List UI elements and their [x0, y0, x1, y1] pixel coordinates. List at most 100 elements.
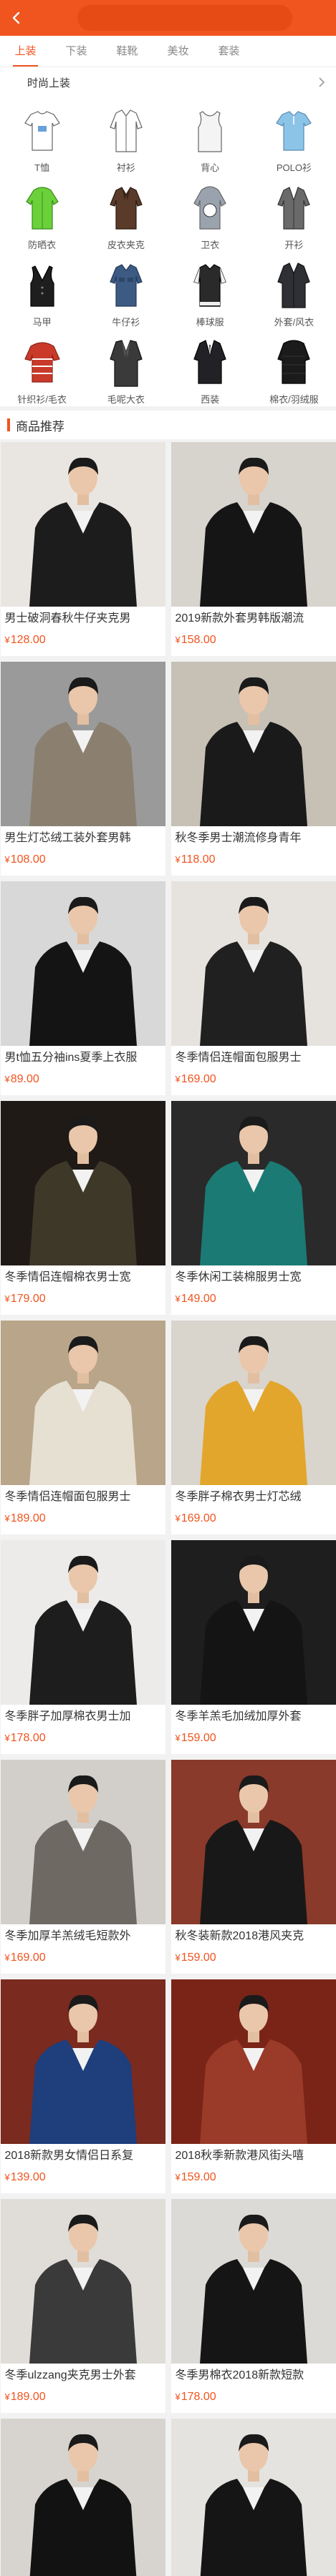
- product-price: ¥189.00: [1, 1506, 165, 1527]
- category-label: 外套/风衣: [274, 317, 315, 328]
- currency-symbol: ¥: [175, 854, 181, 865]
- product-card[interactable]: 冬季情侣连帽面包服男士 ¥189.00: [0, 1321, 165, 1534]
- product-title: 男生灯芯绒工装外套男韩: [4, 832, 131, 844]
- section-header[interactable]: 时尚上装: [0, 67, 336, 97]
- coat-icon: [268, 260, 320, 312]
- category-label: 西装: [201, 394, 220, 405]
- category-item[interactable]: 皮衣夹克: [84, 175, 168, 252]
- product-image: [171, 1101, 336, 1265]
- category-label: 棒球服: [196, 317, 224, 328]
- product-card[interactable]: 男生灯芯绒工装外套男韩 ¥108.00: [0, 662, 165, 876]
- product-image: [0, 1760, 165, 1924]
- category-label: 毛呢大衣: [107, 394, 145, 405]
- product-price: ¥169.00: [171, 1506, 336, 1527]
- price-value: 128.00: [10, 634, 46, 646]
- currency-symbol: ¥: [175, 1513, 181, 1524]
- product-card[interactable]: 冬季加厚羊羔绒毛短款外 ¥169.00: [0, 1760, 165, 1974]
- category-label: 防晒衣: [28, 240, 57, 250]
- category-label: 牛仔衫: [112, 317, 140, 328]
- category-item[interactable]: 防晒衣: [0, 175, 84, 252]
- product-image: [171, 1321, 336, 1485]
- currency-symbol: ¥: [4, 1733, 10, 1743]
- category-item[interactable]: 外套/风衣: [252, 252, 336, 329]
- price-value: 189.00: [10, 2391, 46, 2403]
- product-price: ¥179.00: [1, 1286, 165, 1308]
- product-card[interactable]: 冬季男棉衣2018新款短款 ¥178.00: [171, 2199, 336, 2413]
- category-item[interactable]: 马甲: [0, 252, 84, 329]
- category-item[interactable]: POLO衫: [252, 97, 336, 175]
- category-item[interactable]: 卫衣: [168, 175, 252, 252]
- product-card[interactable]: 冬季男士毛衣半高领针织¥89.00: [171, 2419, 336, 2576]
- search-box[interactable]: [77, 5, 292, 31]
- product-card[interactable]: 2019新款外套男韩版潮流 ¥158.00: [171, 442, 336, 656]
- product-card[interactable]: 冬季情侣连帽面包服男士 ¥169.00: [171, 881, 336, 1095]
- product-card[interactable]: 2018秋季新款港风街头嘻 ¥159.00: [171, 1979, 336, 2193]
- currency-symbol: ¥: [175, 1733, 181, 1743]
- search-input[interactable]: [87, 5, 292, 31]
- product-card[interactable]: 春秋季新款男士毛衣韩版¥89.00: [0, 2419, 165, 2576]
- product-image: [0, 2419, 165, 2576]
- product-price: ¥89.00: [1, 1067, 165, 1088]
- currency-symbol: ¥: [4, 1293, 10, 1304]
- price-value: 108.00: [10, 853, 46, 866]
- tab-bottoms[interactable]: 下装: [51, 36, 102, 67]
- category-item[interactable]: 毛呢大衣: [84, 329, 168, 406]
- category-item[interactable]: T恤: [0, 97, 84, 175]
- product-card[interactable]: 秋冬季男士潮流修身青年 ¥118.00: [171, 662, 336, 876]
- category-grid: T恤 衬衫 背心 POLO衫防晒衣 皮衣夹克 卫衣 开衫马甲 牛仔衫 棒球服 外套/风衣针织衫/毛…: [0, 97, 336, 406]
- product-price: ¥189.00: [1, 2384, 165, 2406]
- product-card[interactable]: 秋冬装新款2018港风夹克 ¥159.00: [171, 1760, 336, 1974]
- category-item[interactable]: 背心: [168, 97, 252, 175]
- back-button[interactable]: [4, 6, 29, 30]
- product-image: [171, 442, 336, 607]
- product-price: ¥178.00: [1, 1725, 165, 1747]
- product-card[interactable]: 冬季情侣连帽棉衣男士宽 ¥179.00: [0, 1101, 165, 1315]
- suit-icon: [184, 338, 236, 389]
- category-item[interactable]: 开衫: [252, 175, 336, 252]
- product-title: 冬季加厚羊羔绒毛短款外: [4, 1930, 131, 1942]
- product-card[interactable]: 冬季休闲工装棉服男士宽 ¥149.00: [171, 1101, 336, 1315]
- product-price: ¥128.00: [1, 627, 165, 649]
- product-title: 2019新款外套男韩版潮流: [175, 612, 304, 625]
- denim-shirt-icon: [100, 260, 152, 312]
- product-card[interactable]: 2018新款男女情侣日系复 ¥139.00: [0, 1979, 165, 2193]
- category-item[interactable]: 西装: [168, 329, 252, 406]
- tab-beauty[interactable]: 美妆: [153, 36, 203, 67]
- product-title: 冬季胖子棉衣男士灯芯绒: [175, 1491, 302, 1503]
- price-value: 89.00: [10, 1073, 39, 1085]
- product-image: [171, 881, 336, 1046]
- sun-jacket-icon: [16, 183, 68, 235]
- currency-symbol: ¥: [175, 2391, 181, 2402]
- category-item[interactable]: 针织衫/毛衣: [0, 329, 84, 406]
- category-label: 开衫: [284, 240, 304, 250]
- price-value: 169.00: [181, 1512, 216, 1524]
- product-card[interactable]: 冬季ulzzang夹克男士外套 ¥189.00: [0, 2199, 165, 2413]
- product-title: 冬季ulzzang夹克男士外套: [4, 2369, 136, 2381]
- down-jacket-icon: [268, 338, 320, 389]
- price-value: 179.00: [10, 1293, 46, 1305]
- currency-symbol: ¥: [175, 635, 181, 645]
- price-value: 118.00: [181, 853, 216, 866]
- product-price: ¥169.00: [171, 1067, 336, 1088]
- product-price: ¥108.00: [1, 847, 165, 868]
- tab-sets[interactable]: 套装: [203, 36, 254, 67]
- category-item[interactable]: 衬衫: [84, 97, 168, 175]
- shirt-icon: [100, 106, 152, 157]
- category-item[interactable]: 棉衣/羽绒服: [252, 329, 336, 406]
- product-card[interactable]: 冬季胖子加厚棉衣男士加 ¥178.00: [0, 1540, 165, 1754]
- currency-symbol: ¥: [4, 1074, 10, 1084]
- category-item[interactable]: 牛仔衫: [84, 252, 168, 329]
- product-price: ¥159.00: [171, 1725, 336, 1747]
- tab-shoes[interactable]: 鞋靴: [102, 36, 153, 67]
- product-card[interactable]: 冬季胖子棉衣男士灯芯绒 ¥169.00: [171, 1321, 336, 1534]
- product-card[interactable]: 男t恤五分袖ins夏季上衣服 ¥89.00: [0, 881, 165, 1095]
- product-image: [0, 662, 165, 826]
- hoodie-icon: [184, 183, 236, 235]
- product-card[interactable]: 男士破洞春秋牛仔夹克男 ¥128.00: [0, 442, 165, 656]
- currency-symbol: ¥: [4, 635, 10, 645]
- product-card[interactable]: 冬季羊羔毛加绒加厚外套 ¥159.00: [171, 1540, 336, 1754]
- tab-tops[interactable]: 上装: [0, 36, 51, 67]
- category-label: 皮衣夹克: [107, 240, 145, 250]
- category-item[interactable]: 棒球服: [168, 252, 252, 329]
- product-title: 冬季羊羔毛加绒加厚外套: [175, 1710, 302, 1723]
